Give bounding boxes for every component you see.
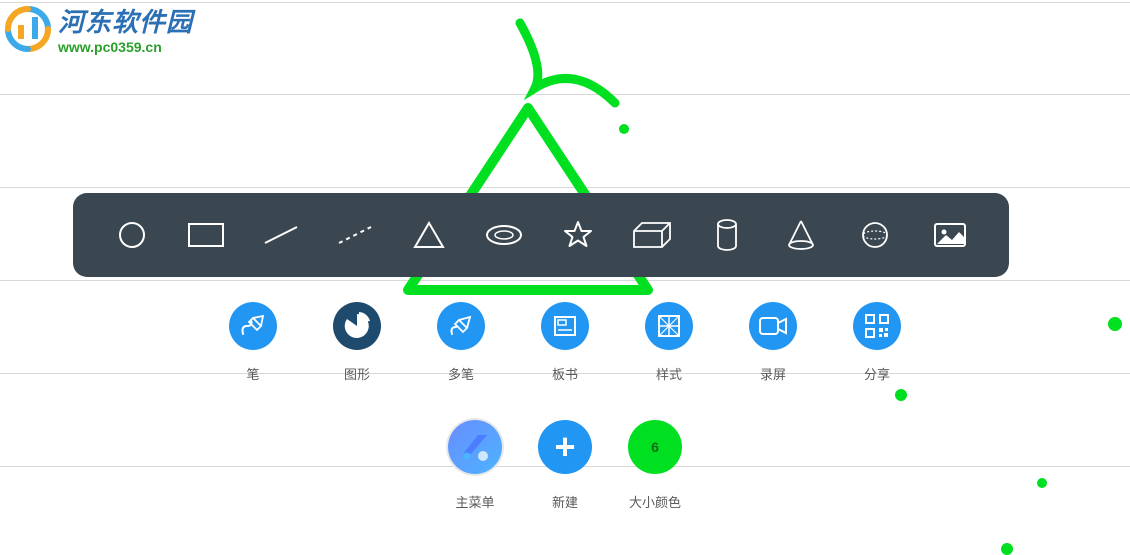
qrcode-icon	[864, 313, 890, 339]
watermark-title: 河东软件园	[58, 2, 193, 39]
template-button[interactable]	[541, 302, 589, 350]
record-label: 录屏	[760, 364, 786, 383]
star-icon	[563, 220, 593, 250]
new-label: 新建	[552, 492, 578, 511]
style-button[interactable]	[645, 302, 693, 350]
ellipse-shape-button[interactable]	[479, 210, 529, 260]
shape-label: 图形	[344, 364, 370, 383]
size-value: 6	[651, 439, 659, 455]
line-shape-button[interactable]	[256, 210, 306, 260]
bottom-row: 主菜单 + 新建 6 大小颜色	[0, 420, 1130, 511]
plus-icon: +	[554, 429, 575, 465]
canvas-dot	[895, 389, 907, 401]
canvas-dot	[1001, 543, 1013, 555]
tool-template: 板书	[541, 302, 589, 383]
size-color-label: 大小颜色	[629, 492, 681, 511]
dashed-line-icon	[337, 225, 373, 245]
triangle-icon	[413, 221, 445, 249]
tool-record: 录屏	[749, 302, 797, 383]
tool-row: 笔 图形 多笔 板书 样式 录屏 分享	[0, 302, 1130, 383]
watermark-logo-icon	[4, 5, 52, 53]
multipen-icon	[447, 312, 475, 340]
tool-share: 分享	[853, 302, 901, 383]
sphere-shape-button[interactable]	[850, 210, 900, 260]
sphere-icon	[860, 220, 890, 250]
bottom-new: + 新建	[538, 420, 592, 511]
cuboid-icon	[632, 221, 672, 249]
style-label: 样式	[656, 364, 682, 383]
shape-button[interactable]	[333, 302, 381, 350]
bottom-color: 6 大小颜色	[628, 420, 682, 511]
tool-pen: 笔	[229, 302, 277, 383]
star-shape-button[interactable]	[553, 210, 603, 260]
watermark: 河东软件园 www.pc0359.cn	[4, 2, 193, 55]
menu-logo-icon	[458, 430, 492, 464]
canvas-drawing-curve	[515, 18, 625, 108]
rectangle-shape-button[interactable]	[181, 210, 231, 260]
circle-shape-button[interactable]	[107, 210, 157, 260]
share-label: 分享	[864, 364, 890, 383]
cone-icon	[787, 219, 815, 251]
line-icon	[263, 225, 299, 245]
multipen-button[interactable]	[437, 302, 485, 350]
template-label: 板书	[552, 364, 578, 383]
tool-shape: 图形	[333, 302, 381, 383]
triangle-shape-button[interactable]	[404, 210, 454, 260]
dashed-line-shape-button[interactable]	[330, 210, 380, 260]
image-shape-button[interactable]	[925, 210, 975, 260]
main-menu-button[interactable]	[448, 420, 502, 474]
share-button[interactable]	[853, 302, 901, 350]
circle-icon	[117, 220, 147, 250]
template-icon	[551, 312, 579, 340]
main-menu-label: 主菜单	[455, 492, 494, 511]
multipen-label: 多笔	[448, 364, 474, 383]
rectangle-icon	[187, 222, 225, 248]
cylinder-shape-button[interactable]	[702, 210, 752, 260]
image-icon	[933, 222, 967, 248]
canvas-dot	[619, 124, 629, 134]
cylinder-icon	[716, 219, 738, 251]
cone-shape-button[interactable]	[776, 210, 826, 260]
style-icon	[655, 312, 683, 340]
bottom-menu: 主菜单	[448, 420, 502, 511]
pen-icon	[239, 312, 267, 340]
tool-multipen: 多笔	[437, 302, 485, 383]
ellipse-icon	[485, 224, 523, 246]
size-color-button[interactable]: 6	[628, 420, 682, 474]
record-button[interactable]	[749, 302, 797, 350]
watermark-url: www.pc0359.cn	[58, 39, 193, 55]
new-button[interactable]: +	[538, 420, 592, 474]
camera-icon	[758, 315, 788, 337]
pen-label: 笔	[246, 364, 259, 383]
shape-picker-bar	[73, 193, 1009, 277]
tool-style: 样式	[645, 302, 693, 383]
cuboid-shape-button[interactable]	[627, 210, 677, 260]
pie-icon	[343, 312, 371, 340]
pen-button[interactable]	[229, 302, 277, 350]
